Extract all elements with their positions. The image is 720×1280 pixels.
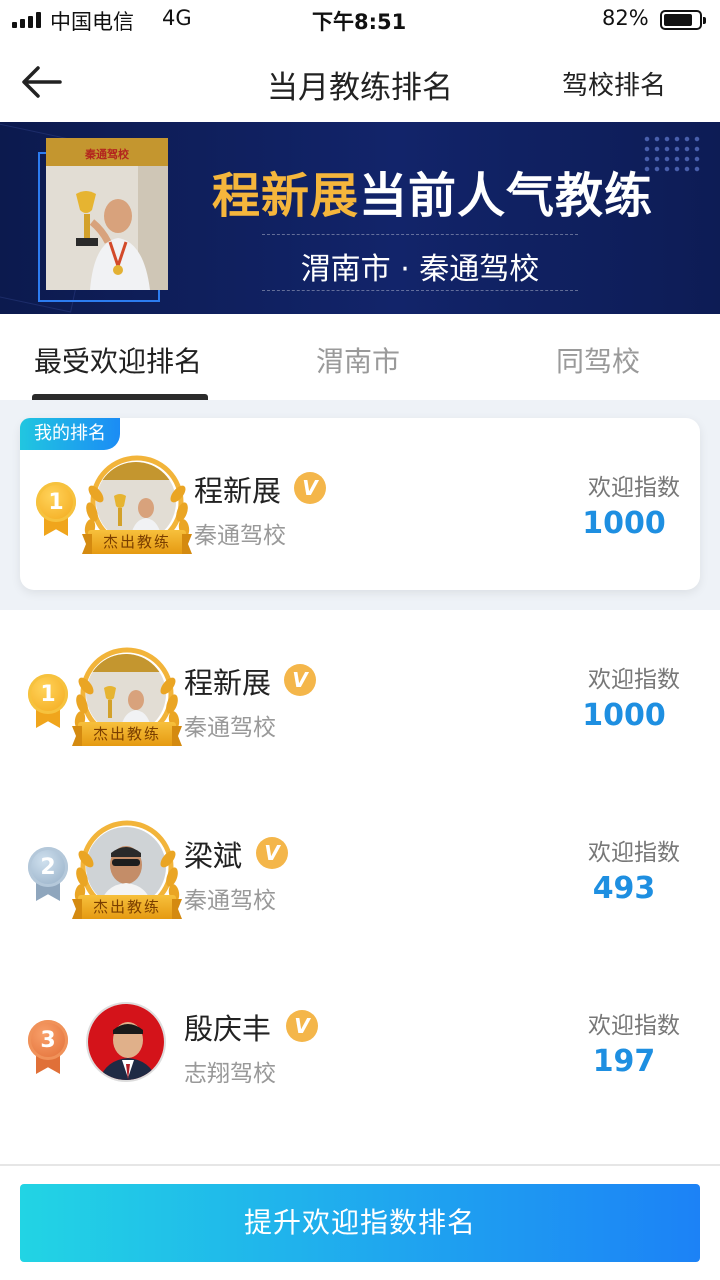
coach-name: 程新展 [184, 666, 272, 700]
avatar-award-frame: 杰出教练 [82, 454, 192, 564]
status-bar: 中国电信 4G 下午8:51 82% [0, 0, 720, 40]
nav-header: 当月教练排名 驾校排名 [0, 40, 720, 122]
carrier-name: 中国电信 [50, 10, 134, 34]
coach-trophy-photo: 秦通驾校 [46, 138, 168, 290]
photo-sign-text: 秦通驾校 [84, 147, 130, 161]
ranking-row-3[interactable]: 3 殷庆丰 V 志翔驾校 欢迎指数 197 [0, 966, 720, 1138]
tab-same-school[interactable]: 同驾校 [556, 340, 640, 380]
avatar [86, 1002, 166, 1082]
back-button[interactable] [20, 60, 64, 104]
gold-medal-icon: 1 [28, 674, 68, 730]
status-time: 下午8:51 [312, 10, 407, 34]
ranking-row-1[interactable]: 1 杰出教练 程新展 V 秦通驾校 欢迎指数 1000 [0, 620, 720, 792]
coach-name: 程新展 [194, 474, 282, 508]
boost-popularity-button[interactable]: 提升欢迎指数排名 [20, 1184, 700, 1262]
score-label: 欢迎指数 [588, 1013, 680, 1039]
network-type: 4G [162, 6, 192, 30]
signal-strength-icon [12, 12, 41, 28]
tab-most-popular[interactable]: 最受欢迎排名 [34, 340, 202, 380]
ranking-row-2[interactable]: 2 杰出教练 梁斌 V 秦通驾校 欢迎指数 493 [0, 793, 720, 965]
coach-name: 梁斌 [184, 839, 243, 873]
score-label: 欢迎指数 [588, 475, 680, 501]
bottom-divider [0, 1164, 720, 1166]
school-name: 秦通驾校 [194, 523, 286, 549]
school-ranking-link[interactable]: 驾校排名 [562, 65, 666, 102]
my-rank-row[interactable]: 1 杰出教练 程新展 V 秦通驾校 欢迎指数 1000 [0, 428, 720, 600]
popular-coach-banner[interactable]: 秦通驾校 程新展当前人气教练 渭南市 · 秦通驾校 [0, 122, 720, 314]
score-label: 欢迎指数 [588, 840, 680, 866]
score-value: 1000 [582, 698, 666, 733]
battery-icon [660, 10, 706, 30]
ranking-tabs: 最受欢迎排名 渭南市 同驾校 [0, 314, 720, 400]
score-value: 493 [592, 871, 656, 906]
verified-icon: V [284, 664, 316, 696]
gold-medal-icon: 1 [36, 482, 76, 538]
award-ribbon: 杰出教练 [78, 722, 176, 746]
banner-divider [262, 290, 578, 291]
back-arrow-icon [22, 66, 62, 98]
battery-percent: 82% [602, 6, 649, 30]
bronze-medal-icon: 3 [28, 1020, 68, 1076]
verified-icon: V [294, 472, 326, 504]
battery-fill [664, 14, 692, 26]
score-value: 1000 [582, 506, 666, 541]
tab-weinan-city[interactable]: 渭南市 [316, 340, 400, 380]
coach-name: 殷庆丰 [184, 1012, 272, 1046]
silver-medal-icon: 2 [28, 847, 68, 903]
score-value: 197 [592, 1044, 656, 1079]
school-name: 秦通驾校 [184, 715, 276, 741]
banner-headline-text: 当前人气教练 [359, 168, 654, 224]
verified-icon: V [256, 837, 288, 869]
banner-headline: 程新展当前人气教练 [212, 156, 653, 226]
score-label: 欢迎指数 [588, 667, 680, 693]
school-name: 志翔驾校 [184, 1061, 276, 1087]
banner-location: 渭南市 · 秦通驾校 [300, 252, 540, 287]
banner-divider [262, 234, 578, 235]
award-ribbon: 杰出教练 [88, 530, 186, 554]
avatar-award-frame: 杰出教练 [72, 819, 182, 929]
coach-photo: 秦通驾校 [46, 138, 168, 290]
banner-coach-name: 程新展 [212, 168, 360, 224]
verified-icon: V [286, 1010, 318, 1042]
award-ribbon: 杰出教练 [78, 895, 176, 919]
avatar-award-frame: 杰出教练 [72, 646, 182, 756]
school-name: 秦通驾校 [184, 888, 276, 914]
